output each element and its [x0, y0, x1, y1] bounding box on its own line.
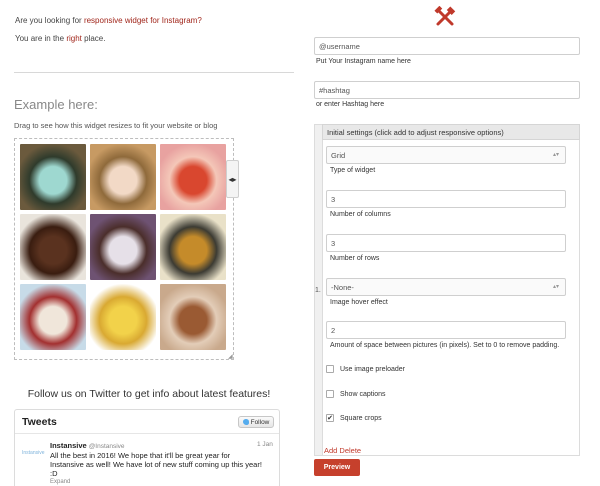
tweet-date[interactable]: 1 Jan [257, 441, 273, 448]
square-crops-label: Square crops [340, 414, 382, 422]
columns-input[interactable]: 3 [326, 190, 566, 208]
resize-handle[interactable]: ◂▸ [226, 160, 239, 198]
spacing-label: Amount of space between pictures (in pix… [330, 342, 560, 349]
rows-input[interactable]: 3 [326, 234, 566, 252]
spacing-input[interactable]: 2 [326, 321, 566, 339]
hashtag-help: or enter Hashtag here [316, 101, 385, 108]
photo-tile[interactable] [160, 144, 226, 210]
intro-line-2-highlight: right [66, 34, 82, 43]
photo-tile[interactable] [90, 214, 156, 280]
tweet-author[interactable]: Instansive @Instansive [50, 441, 125, 450]
tweet-expand-link[interactable]: Expand [50, 479, 70, 485]
follow-button-label: Follow [250, 418, 270, 426]
rows-label: Number of rows [330, 255, 380, 262]
widget-type-select[interactable]: Grid ▴▾ [326, 146, 566, 164]
tweet-text: All the best in 2016! We hope that it'll… [50, 451, 262, 478]
twitter-follow-button[interactable]: Follow [238, 416, 274, 428]
tweet-avatar[interactable]: Instansive [22, 450, 45, 456]
preloader-option[interactable]: Use image preloader [326, 365, 405, 373]
instagram-photo-grid [20, 144, 226, 350]
preloader-checkbox[interactable] [326, 365, 334, 373]
twitter-bird-icon [242, 419, 249, 425]
hover-effect-label: Image hover effect [330, 299, 388, 306]
intro-line-2: You are in the right place. [15, 34, 105, 43]
tweet-author-name: Instansive [50, 441, 87, 450]
intro-line-1-prefix: Are you looking for [15, 16, 84, 25]
square-crops-checkbox[interactable]: ✔ [326, 414, 334, 422]
intro-line-1-highlight: responsive widget for Instagram? [83, 16, 202, 25]
hashtag-input[interactable]: #hashtag [314, 81, 580, 99]
tweet-handle: @Instansive [88, 443, 125, 450]
section-divider [14, 72, 294, 73]
captions-label: Show captions [340, 390, 386, 398]
follow-twitter-text: Follow us on Twitter to get info about l… [27, 388, 271, 400]
example-title: Example here: [14, 97, 98, 112]
photo-tile[interactable] [160, 214, 226, 280]
tools-logo-icon [434, 6, 456, 26]
hover-effect-select[interactable]: -None- ▴▾ [326, 278, 566, 296]
intro-line-1: Are you looking for responsive widget fo… [15, 16, 202, 25]
photo-tile[interactable] [90, 144, 156, 210]
columns-label: Number of columns [330, 211, 391, 218]
corner-grip-icon[interactable]: ◢ [228, 353, 233, 360]
intro-line-2-suffix: place. [81, 34, 106, 43]
select-arrows-icon: ▴▾ [552, 283, 559, 290]
add-delete-links[interactable]: Add Delete [324, 446, 361, 455]
settings-index: 1. [315, 287, 321, 294]
hover-effect-value: -None- [331, 282, 354, 292]
username-input[interactable]: @username [314, 37, 580, 55]
preloader-label: Use image preloader [340, 365, 405, 373]
widget-type-label: Type of widget [330, 167, 376, 174]
widget-type-value: Grid [331, 150, 346, 160]
tweets-title: Tweets [22, 416, 57, 428]
settings-header[interactable]: Initial settings (click add to adjust re… [322, 124, 580, 140]
photo-tile[interactable] [160, 284, 226, 350]
select-arrows-icon: ▴▾ [552, 151, 559, 158]
captions-option[interactable]: Show captions [326, 390, 386, 398]
preview-button[interactable]: Preview [314, 459, 360, 476]
intro-line-2-prefix: You are in the [15, 34, 67, 43]
photo-tile[interactable] [90, 284, 156, 350]
photo-tile[interactable] [20, 144, 86, 210]
photo-tile[interactable] [20, 284, 86, 350]
drag-note: Drag to see how this widget resizes to f… [14, 121, 218, 130]
photo-tile[interactable] [20, 214, 86, 280]
square-crops-option[interactable]: ✔ Square crops [326, 414, 382, 422]
tweets-divider [15, 433, 279, 434]
captions-checkbox[interactable] [326, 390, 334, 398]
resize-arrows-icon: ◂▸ [228, 174, 237, 184]
username-help: Put Your Instagram name here [316, 58, 411, 65]
